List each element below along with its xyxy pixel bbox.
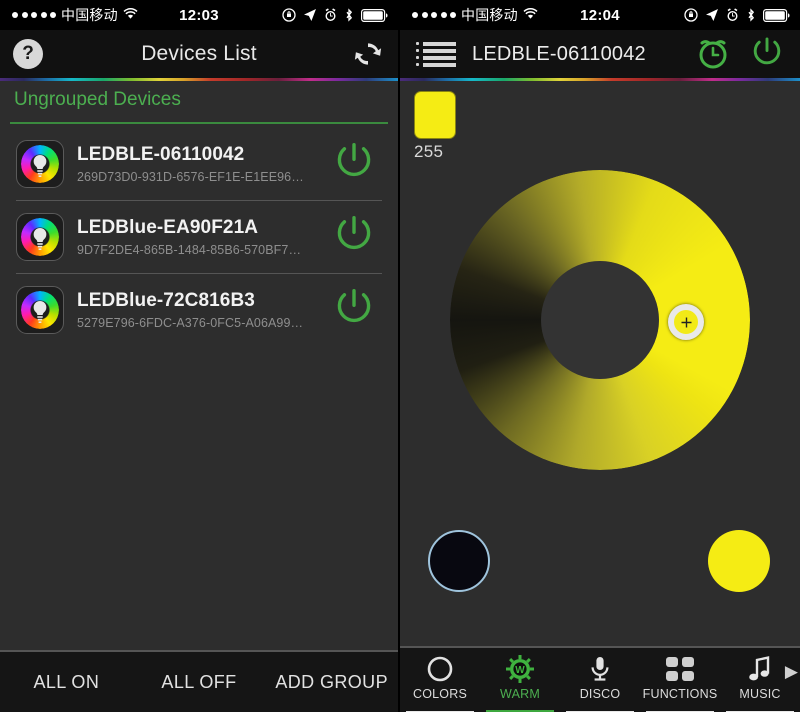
rotation-lock-icon [684, 8, 698, 22]
preset-max[interactable] [708, 530, 770, 592]
tabs-more-arrow[interactable]: ▶ [785, 662, 798, 682]
nav-bar-left: ? Devices List [0, 30, 398, 78]
wheel-selector-knob[interactable] [668, 304, 704, 340]
device-text: LEDBlue-72C816B3 5279E796-6FDC-A376-0FC5… [64, 290, 328, 330]
battery-icon [361, 8, 388, 22]
power-icon[interactable] [328, 135, 384, 192]
device-uuid: 9D7F2DE4-865B-1484-85B6-570BF7… [77, 242, 302, 257]
tab-functions[interactable]: FUNCTIONS [640, 654, 720, 712]
device-text: LEDBLE-06110042 269D73D0-931D-6576-EF1E-… [64, 144, 328, 184]
device-uuid: 269D73D0-931D-6576-EF1E-E1EE96… [77, 169, 304, 184]
preset-row [400, 522, 800, 622]
tab-label: COLORS [413, 687, 467, 701]
music-note-icon [747, 654, 773, 684]
preset-min[interactable] [428, 530, 490, 592]
nav-bar-right: LEDBLE-06110042 [400, 30, 800, 78]
device-name: LEDBlue-EA90F21A [77, 216, 259, 238]
add-group-button[interactable]: ADD GROUP [265, 672, 398, 693]
device-list: LEDBLE-06110042 269D73D0-931D-6576-EF1E-… [0, 124, 398, 346]
bluetooth-icon [746, 8, 756, 22]
tab-label: MUSIC [739, 687, 781, 701]
power-icon[interactable] [328, 281, 384, 338]
crosshair-icon [681, 317, 691, 327]
device-name: LEDBLE-06110042 [77, 143, 245, 165]
color-swatch[interactable] [414, 91, 456, 139]
alarm-clock-icon[interactable] [692, 31, 734, 78]
table-row[interactable]: LEDBlue-EA90F21A 9D7F2DE4-865B-1484-85B6… [0, 200, 398, 273]
location-arrow-icon [303, 8, 317, 22]
group-header: Ungrouped Devices [0, 81, 398, 117]
battery-icon [763, 8, 790, 22]
tab-warm[interactable]: W WARM [480, 654, 560, 712]
alarm-clock-icon [726, 8, 739, 22]
tab-colors[interactable]: COLORS [400, 654, 480, 712]
brightness-value: 255 [414, 142, 444, 161]
device-text: LEDBlue-EA90F21A 9D7F2DE4-865B-1484-85B6… [64, 217, 328, 257]
bluetooth-icon [344, 8, 354, 22]
warm-color-wheel[interactable] [400, 162, 800, 522]
help-button[interactable]: ? [13, 39, 43, 69]
grid-squares-icon [665, 654, 695, 684]
rotation-lock-icon [282, 8, 296, 22]
microphone-icon [587, 654, 613, 684]
status-right-group [684, 0, 790, 30]
page-title: Devices List [141, 42, 257, 65]
wheel-center-hole [541, 261, 659, 379]
rgb-bulb-icon [16, 212, 64, 261]
all-on-button[interactable]: ALL ON [0, 672, 133, 693]
bottom-tab-bar: COLORS W WARM DISCO FUNCTIONS MUSIC ▶ [400, 646, 800, 712]
warm-control-screen: 中国移动 12:04 LEDBLE-06110042 255 COLORS W … [400, 0, 800, 712]
list-menu-icon[interactable] [416, 41, 456, 67]
power-icon[interactable] [746, 31, 788, 78]
tab-label: WARM [500, 687, 540, 701]
table-row[interactable]: LEDBLE-06110042 269D73D0-931D-6576-EF1E-… [0, 127, 398, 200]
sun-w-icon: W [505, 654, 535, 684]
circle-icon [426, 654, 454, 684]
refresh-icon[interactable] [352, 39, 384, 74]
tab-label: DISCO [579, 687, 621, 701]
devices-list-screen: 中国移动 12:03 ? Devices List Ungrouped Devi… [0, 0, 400, 712]
all-off-button[interactable]: ALL OFF [133, 672, 266, 693]
device-title: LEDBLE-06110042 [472, 42, 646, 65]
status-bar-left: 中国移动 12:03 [0, 0, 398, 30]
device-name: LEDBlue-72C816B3 [77, 289, 255, 311]
bottom-action-bar: ALL ON ALL OFF ADD GROUP [0, 650, 398, 712]
table-row[interactable]: LEDBlue-72C816B3 5279E796-6FDC-A376-0FC5… [0, 273, 398, 346]
location-arrow-icon [705, 8, 719, 22]
status-bar-right: 中国移动 12:04 [400, 0, 800, 30]
alarm-clock-icon [324, 8, 337, 22]
status-right-group [282, 0, 388, 30]
svg-text:W: W [515, 665, 525, 676]
power-icon[interactable] [328, 208, 384, 265]
group-title: Ungrouped Devices [14, 89, 181, 110]
tab-disco[interactable]: DISCO [560, 654, 640, 712]
current-color-area: 255 [400, 81, 800, 162]
tab-label: FUNCTIONS [642, 687, 718, 701]
rgb-bulb-icon [16, 139, 64, 188]
dual-screenshot: 中国移动 12:03 ? Devices List Ungrouped Devi… [0, 0, 800, 712]
device-uuid: 5279E796-6FDC-A376-0FC5-A06A99… [77, 315, 304, 330]
rgb-bulb-icon [16, 285, 64, 334]
nav-actions [692, 31, 788, 78]
